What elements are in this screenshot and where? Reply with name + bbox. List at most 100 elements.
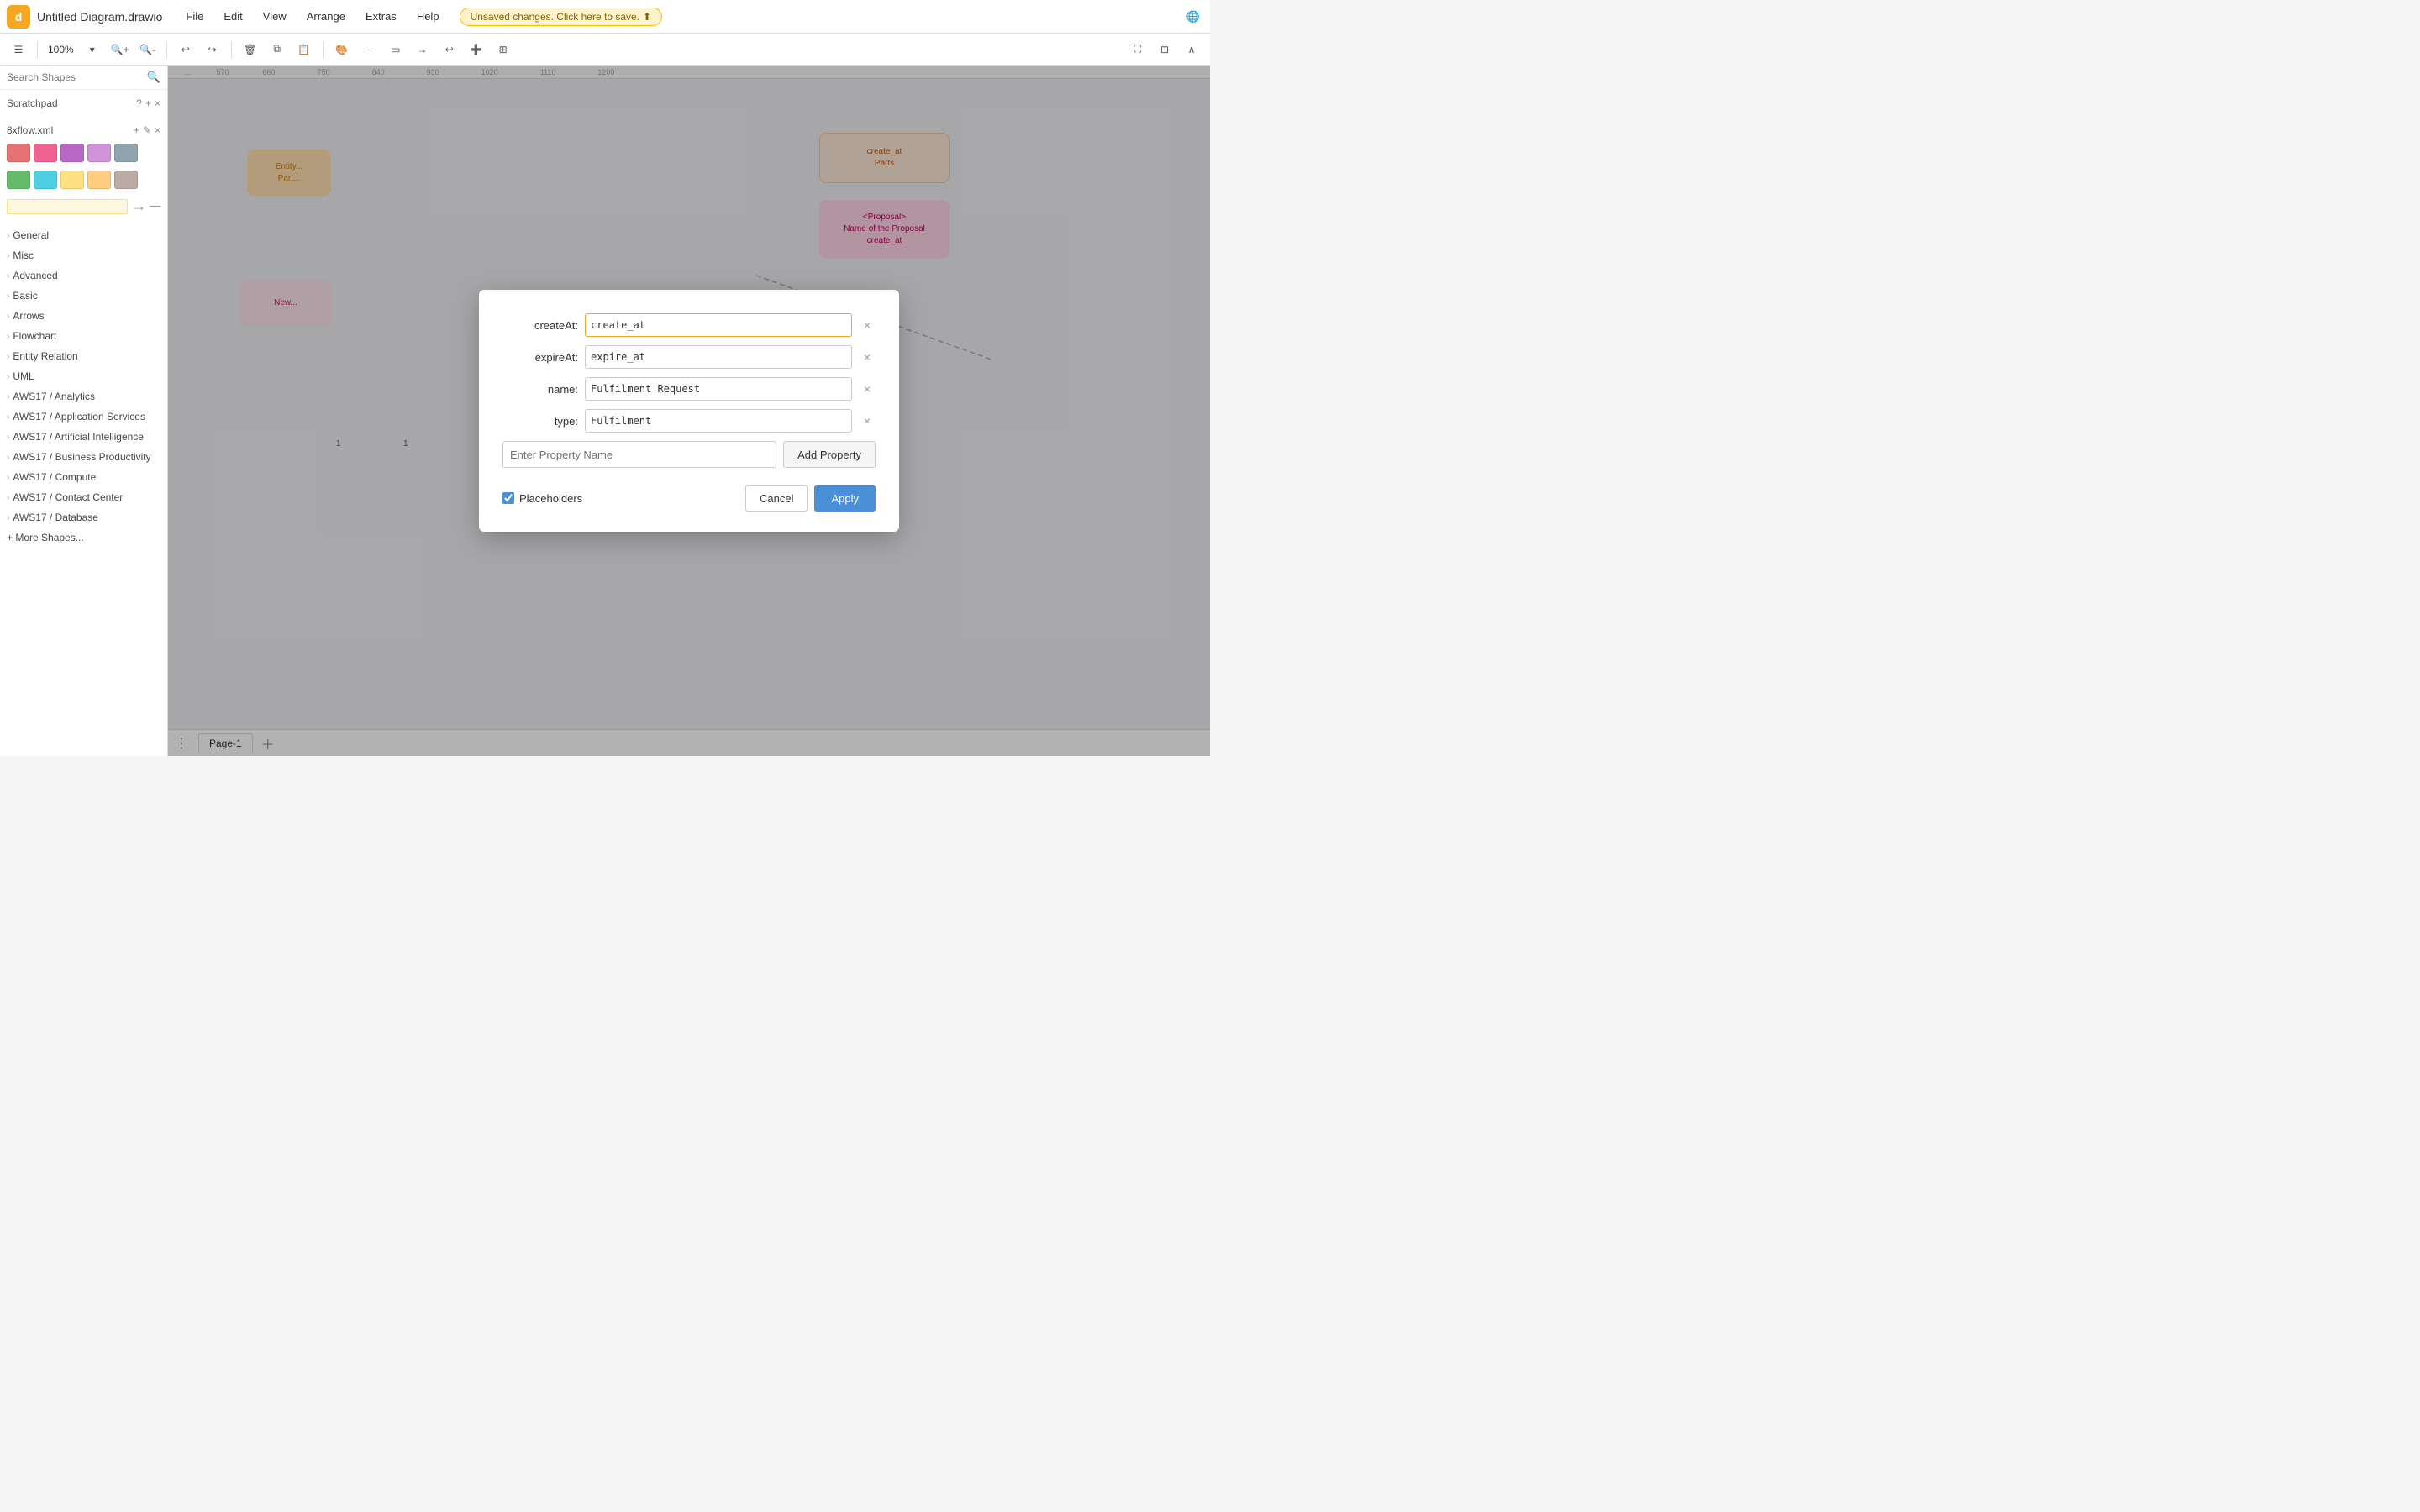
sidebar-item-label: Flowchart <box>13 330 56 342</box>
shape-btn[interactable]: ▭ <box>384 38 408 61</box>
search-shapes-bar[interactable]: 🔍 <box>0 66 167 90</box>
scratchpad-close-icon[interactable]: × <box>155 97 160 109</box>
sidebar-item-aws17-artificial-intelligence[interactable]: ›AWS17 / Artificial Intelligence <box>0 427 167 447</box>
sidebar-item-label: General <box>13 229 49 241</box>
fullscreen-btn[interactable]: ⛶ <box>1126 38 1150 61</box>
property-input-createAt[interactable] <box>585 313 852 337</box>
sidebar-item-label: AWS17 / Artificial Intelligence <box>13 431 144 443</box>
split-btn[interactable]: ⊡ <box>1153 38 1176 61</box>
copy-btn[interactable]: ⧉ <box>266 38 289 61</box>
search-shapes-input[interactable] <box>7 71 147 83</box>
remove-expireAt-btn[interactable]: × <box>859 349 876 365</box>
add-property-button[interactable]: Add Property <box>783 441 876 468</box>
menu-arrange[interactable]: Arrange <box>300 7 352 26</box>
toolbar: ☰ 100% ▾ 🔍+ 🔍- ↩ ↪ 🗑 ⧉ 📋 🎨 ─ ▭ → ↩ ➕ ⊞ ⛶… <box>0 34 1210 66</box>
scratchpad-header[interactable]: Scratchpad ? + × <box>0 93 167 113</box>
zoom-in-btn[interactable]: 🔍+ <box>108 38 133 61</box>
app-icon-letter: d <box>15 10 23 24</box>
property-label-expireAt: expireAt: <box>502 351 578 364</box>
sidebar-item-uml[interactable]: ›UML <box>0 366 167 386</box>
sidebar-more-shapes[interactable]: + More Shapes... <box>0 528 167 548</box>
edit-properties-modal: createAt: × expireAt: × name: × type: <box>479 290 899 532</box>
more-shapes-label: + More Shapes... <box>7 532 84 543</box>
chevron-icon: › <box>7 271 9 281</box>
sidebar-item-label: Basic <box>13 290 37 302</box>
zoom-out-btn[interactable]: 🔍- <box>136 38 160 61</box>
sidebar-item-label: AWS17 / Compute <box>13 471 96 483</box>
sidebar-item-aws17-business-productivity[interactable]: ›AWS17 / Business Productivity <box>0 447 167 467</box>
paste-btn[interactable]: 📋 <box>292 38 316 61</box>
sidebar-item-arrows[interactable]: ›Arrows <box>0 306 167 326</box>
sidebar-item-advanced[interactable]: › Advanced <box>0 265 167 286</box>
file-edit-icon[interactable]: ✎ <box>143 124 151 136</box>
scratchpad-actions: ? + × <box>136 97 160 109</box>
apply-button[interactable]: Apply <box>814 485 876 512</box>
undo-btn[interactable]: ↩ <box>174 38 197 61</box>
sidebar-item-label: AWS17 / Database <box>13 512 98 523</box>
property-input-name[interactable] <box>585 377 852 401</box>
cancel-button[interactable]: Cancel <box>745 485 808 512</box>
sidebar-item-aws17-compute[interactable]: › AWS17 / Compute <box>0 467 167 487</box>
chevron-icon: › <box>7 473 9 482</box>
sidebar-item-aws17-contact-center[interactable]: ›AWS17 / Contact Center <box>0 487 167 507</box>
menu-file[interactable]: File <box>179 7 210 26</box>
insert-btn[interactable]: ➕ <box>465 38 488 61</box>
sidebar-item-misc[interactable]: ›Misc <box>0 245 167 265</box>
remove-type-btn[interactable]: × <box>859 412 876 429</box>
property-input-expireAt[interactable] <box>585 345 852 369</box>
app-icon: d <box>7 5 30 29</box>
new-property-name-input[interactable] <box>502 441 776 468</box>
sidebar-item-entity-relation[interactable]: ›Entity Relation <box>0 346 167 366</box>
unsaved-badge[interactable]: Unsaved changes. Click here to save. ⬆ <box>460 8 663 26</box>
property-input-type[interactable] <box>585 409 852 433</box>
swatch-grey <box>114 144 138 162</box>
sidebar-item-general[interactable]: ›General <box>0 225 167 245</box>
placeholders-text: Placeholders <box>519 492 582 505</box>
sidebar-item-label: Arrows <box>13 310 44 322</box>
menu-extras[interactable]: Extras <box>359 7 403 26</box>
file-label: 8xflow.xml <box>7 124 53 136</box>
scratchpad-help-icon[interactable]: ? <box>136 97 142 109</box>
sidebar-item-label: Entity Relation <box>13 350 77 362</box>
chevron-icon: › <box>7 372 9 381</box>
zoom-level: 100% <box>45 44 77 55</box>
waypoint-btn[interactable]: ↩ <box>438 38 461 61</box>
menu-help[interactable]: Help <box>410 7 446 26</box>
placeholders-checkbox[interactable] <box>502 492 514 504</box>
delete-btn[interactable]: 🗑 <box>239 38 262 61</box>
scratchpad-add-icon[interactable]: + <box>145 97 151 109</box>
connector-btn[interactable]: → <box>411 38 434 61</box>
scratchpad-section: Scratchpad ? + × <box>0 90 167 117</box>
sidebar-item-label: AWS17 / Analytics <box>13 391 95 402</box>
line-color-btn[interactable]: ─ <box>357 38 381 61</box>
file-header[interactable]: 8xflow.xml + ✎ × <box>0 120 167 140</box>
sidebar-item-label: AWS17 / Business Productivity <box>13 451 150 463</box>
sidebar-item-flowchart[interactable]: ›Flowchart <box>0 326 167 346</box>
sidebar-item-aws17-application-services[interactable]: ›AWS17 / Application Services <box>0 407 167 427</box>
placeholders-label[interactable]: Placeholders <box>502 492 582 505</box>
sidebar-item-label: Advanced <box>13 270 57 281</box>
file-actions: + ✎ × <box>134 124 160 136</box>
sidebar-item-aws17-database[interactable]: › AWS17 / Database <box>0 507 167 528</box>
redo-btn[interactable]: ↪ <box>201 38 224 61</box>
remove-createAt-btn[interactable]: × <box>859 317 876 333</box>
file-add-icon[interactable]: + <box>134 124 139 136</box>
fill-color-btn[interactable]: 🎨 <box>330 38 354 61</box>
shape-palette-row1 <box>0 140 167 167</box>
canvas-area[interactable]: ... 570 660 750 840 930 1020 1110 1200 E… <box>168 66 1210 756</box>
file-close-icon[interactable]: × <box>155 124 160 136</box>
panel-toggle-btn[interactable]: ☰ <box>7 38 30 61</box>
table-btn[interactable]: ⊞ <box>492 38 515 61</box>
menu-edit[interactable]: Edit <box>217 7 249 26</box>
swatch-red <box>7 144 30 162</box>
scratchpad-label: Scratchpad <box>7 97 58 109</box>
sidebar-item-basic[interactable]: ›Basic <box>0 286 167 306</box>
menu-view[interactable]: View <box>256 7 293 26</box>
collapse-btn[interactable]: ∧ <box>1180 38 1203 61</box>
property-row-createAt: createAt: × <box>502 313 876 337</box>
zoom-dropdown-btn[interactable]: ▾ <box>81 38 104 61</box>
separator-1 <box>37 41 38 58</box>
remove-name-btn[interactable]: × <box>859 381 876 397</box>
sidebar-item-aws17-analytics[interactable]: ›AWS17 / Analytics <box>0 386 167 407</box>
chevron-icon: › <box>7 513 9 522</box>
